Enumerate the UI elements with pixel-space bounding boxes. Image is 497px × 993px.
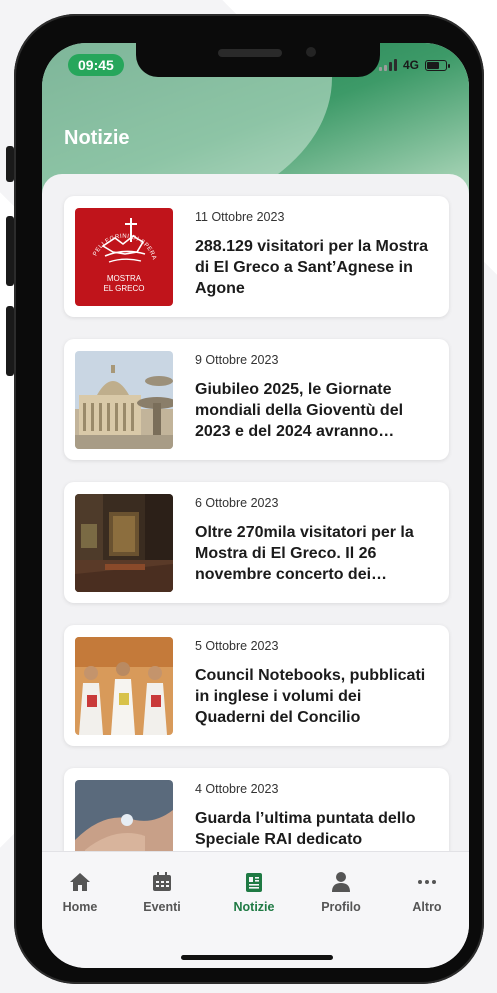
- signal-icon: [378, 59, 397, 71]
- news-list[interactable]: PELLEGRINI DI SPERANZA MOSTRA EL GRECO: [42, 174, 469, 854]
- news-thumbnail-hands: [75, 780, 173, 854]
- network-type: 4G: [402, 58, 419, 72]
- tab-label: Altro: [412, 900, 442, 914]
- tab-altro[interactable]: Altro: [387, 870, 467, 914]
- status-time: 09:45: [68, 54, 124, 76]
- status-indicators: 4G: [378, 58, 450, 72]
- news-title: Oltre 270mila visitatori per la Mostra d…: [195, 524, 414, 583]
- news-card[interactable]: 5 Ottobre 2023 Council Notebooks, pubbli…: [64, 625, 449, 746]
- news-date: 6 Ottobre 2023: [195, 496, 279, 510]
- logo-caption-line-1: MOSTRA: [106, 274, 142, 283]
- home-indicator[interactable]: [181, 955, 333, 960]
- mute-switch: [6, 146, 14, 182]
- news-icon: [214, 870, 294, 894]
- news-thumbnail-interior: [75, 494, 173, 592]
- tab-label: Notizie: [233, 900, 275, 914]
- tab-bar: Home Eventi Notizie Profilo Altro: [42, 851, 469, 968]
- news-thumbnail-logo: PELLEGRINI DI SPERANZA MOSTRA EL GRECO: [75, 208, 173, 306]
- news-title: 288.129 visitatori per la Mostra di El G…: [195, 238, 428, 297]
- tab-notizie[interactable]: Notizie: [214, 870, 294, 914]
- church-interior-photo: [75, 494, 173, 592]
- page-title: Notizie: [64, 127, 130, 149]
- news-title: Council Notebooks, pubblicati in inglese…: [195, 667, 426, 726]
- tab-eventi[interactable]: Eventi: [122, 870, 202, 914]
- news-card[interactable]: PELLEGRINI DI SPERANZA MOSTRA EL GRECO: [64, 196, 449, 317]
- news-date: 11 Ottobre 2023: [195, 210, 285, 224]
- tab-profilo[interactable]: Profilo: [301, 870, 381, 914]
- news-thumbnail-basilica: [75, 351, 173, 449]
- home-icon: [42, 870, 120, 894]
- news-card[interactable]: 4 Ottobre 2023 Guarda l’ultima puntata d…: [64, 768, 449, 854]
- phone-screen: 09:45 4G Notizie PELLEGRINI DI SPERA MOS…: [42, 43, 469, 968]
- volume-down-button: [6, 306, 14, 376]
- hands-photo: [75, 780, 173, 854]
- basilica-photo: [75, 351, 173, 449]
- phone-frame: 09:45 4G Notizie PELLEGRINI DI SPERA MOS…: [14, 14, 484, 984]
- news-thumbnail-clergy: [75, 637, 173, 735]
- notch: [136, 43, 380, 77]
- clergy-photo: [75, 637, 173, 735]
- news-date: 9 Ottobre 2023: [195, 353, 279, 367]
- news-date: 5 Ottobre 2023: [195, 639, 279, 653]
- front-camera: [306, 47, 316, 57]
- volume-up-button: [6, 216, 14, 286]
- news-card[interactable]: 6 Ottobre 2023 Oltre 270mila visitatori …: [64, 482, 449, 603]
- logo-caption-line-2: EL GRECO: [103, 284, 145, 293]
- tab-label: Home: [62, 900, 98, 914]
- battery-icon: [425, 59, 450, 71]
- profile-icon: [301, 870, 381, 894]
- news-title: Giubileo 2025, le Giornate mondiali dell…: [195, 381, 404, 440]
- tab-home[interactable]: Home: [42, 870, 120, 914]
- news-card[interactable]: 9 Ottobre 2023 Giubileo 2025, le Giornat…: [64, 339, 449, 460]
- battery-level: [427, 61, 439, 69]
- speaker-grille: [218, 49, 282, 57]
- news-date: 4 Ottobre 2023: [195, 782, 279, 796]
- news-title: Guarda l’ultima puntata dello Speciale R…: [195, 810, 416, 848]
- more-icon: [387, 870, 467, 894]
- calendar-icon: [122, 870, 202, 894]
- logo-caption: MOSTRA EL GRECO: [75, 274, 173, 294]
- tab-label: Profilo: [321, 900, 361, 914]
- device-mockup-stage: 09:45 4G Notizie PELLEGRINI DI SPERA MOS…: [0, 0, 497, 993]
- tab-label: Eventi: [143, 900, 181, 914]
